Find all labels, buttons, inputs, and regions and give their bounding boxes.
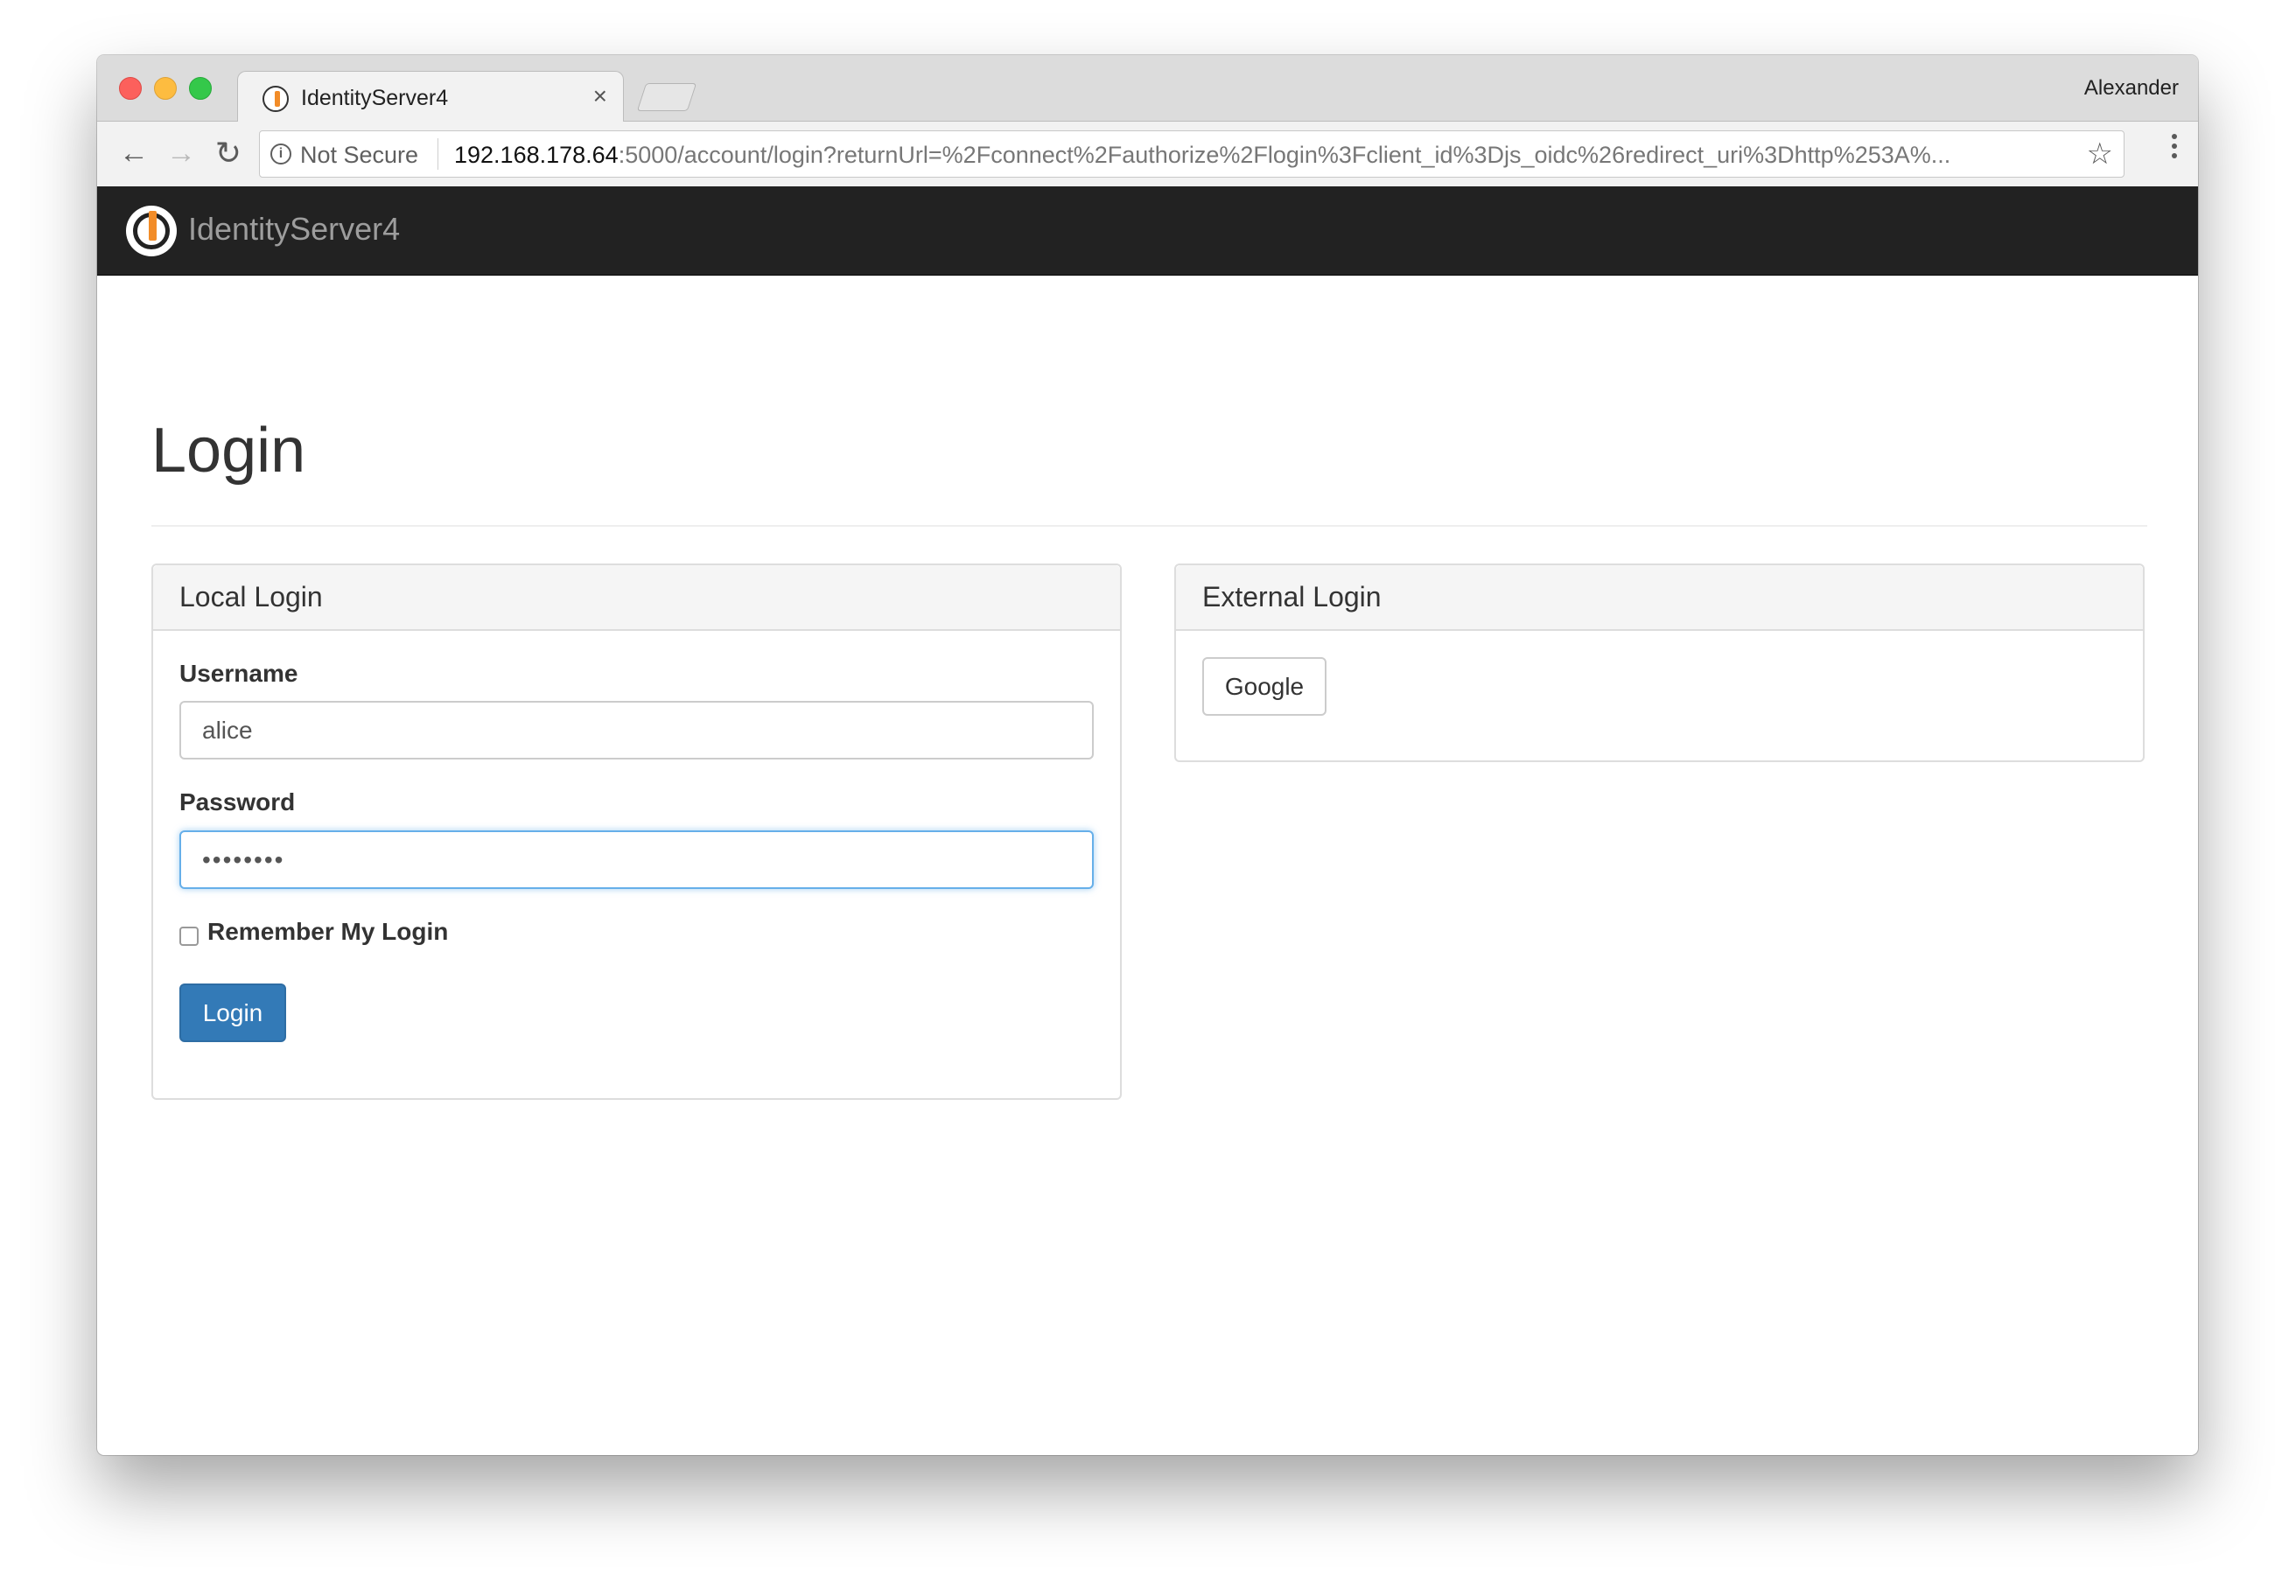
page-title: Login xyxy=(151,416,306,486)
password-label: Password xyxy=(179,788,296,816)
close-window-button[interactable] xyxy=(119,77,142,100)
username-label: Username xyxy=(179,660,298,687)
address-bar[interactable]: i Not Secure 192.168.178.64:5000/account… xyxy=(259,130,2124,178)
minimize-window-button[interactable] xyxy=(154,77,177,100)
profile-name[interactable]: Alexander xyxy=(2084,76,2179,101)
login-button[interactable]: Login xyxy=(179,984,286,1042)
new-tab-button[interactable] xyxy=(636,83,697,111)
identityserver-logo-icon[interactable] xyxy=(126,206,177,256)
app-navbar: IdentityServer4 xyxy=(97,186,2198,276)
security-label[interactable]: Not Secure xyxy=(300,142,418,169)
kebab-menu-icon[interactable] xyxy=(2172,134,2179,163)
url-text[interactable]: 192.168.178.64:5000/account/login?return… xyxy=(454,142,2055,169)
bookmark-star-icon[interactable]: ☆ xyxy=(2087,136,2113,172)
url-host: 192.168.178.64 xyxy=(454,142,619,168)
navbar-brand[interactable]: IdentityServer4 xyxy=(188,211,400,248)
title-divider xyxy=(151,525,2147,527)
external-login-panel: External Login Google xyxy=(1174,564,2145,762)
password-input[interactable] xyxy=(179,830,1094,889)
identityserver-favicon-icon xyxy=(262,86,289,112)
local-login-panel: Local Login Username Password Remember M… xyxy=(151,564,1122,1100)
back-arrow-icon[interactable]: ← xyxy=(115,134,153,172)
reload-icon[interactable]: ↻ xyxy=(209,134,248,172)
tab-close-icon[interactable]: × xyxy=(593,82,607,109)
external-login-heading: External Login xyxy=(1176,565,2143,631)
google-login-button[interactable]: Google xyxy=(1202,657,1326,716)
tab-title: IdentityServer4 xyxy=(301,86,449,110)
browser-window: IdentityServer4 × Alexander ← → ↻ i Not … xyxy=(97,55,2198,1455)
tab-strip: IdentityServer4 × Alexander xyxy=(97,55,2198,122)
zoom-window-button[interactable] xyxy=(189,77,212,100)
info-icon[interactable]: i xyxy=(270,144,291,164)
browser-toolbar: ← → ↻ i Not Secure 192.168.178.64:5000/a… xyxy=(97,122,2198,187)
remember-login-checkbox[interactable] xyxy=(179,927,199,946)
remember-login-label[interactable]: Remember My Login xyxy=(207,918,448,946)
local-login-heading: Local Login xyxy=(153,565,1120,631)
forward-arrow-icon[interactable]: → xyxy=(162,134,200,172)
username-input[interactable] xyxy=(179,701,1094,760)
url-path: :5000/account/login?returnUrl=%2Fconnect… xyxy=(618,142,1951,168)
tab-identityserver4[interactable]: IdentityServer4 × xyxy=(237,71,624,122)
